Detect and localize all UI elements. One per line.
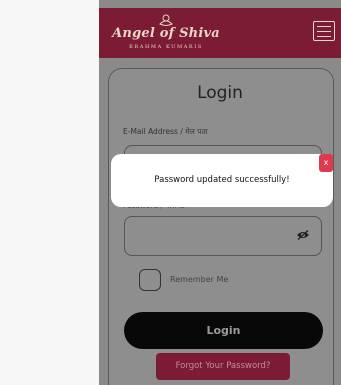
hamburger-menu-icon[interactable] (313, 21, 335, 41)
menu-bar (317, 31, 331, 32)
password-field[interactable] (124, 216, 322, 256)
page-gutter (0, 0, 99, 385)
success-toast: Password updated successfully! (111, 154, 333, 207)
email-label: E-Mail Address / मेल पता (123, 127, 208, 136)
brand-logo[interactable]: Angel of Shiva BRAHMA KUMARIS (111, 14, 221, 54)
brand-title: Angel of Shiva (112, 26, 220, 41)
site-header: Angel of Shiva BRAHMA KUMARIS (99, 8, 341, 58)
brand-subtitle: BRAHMA KUMARIS (129, 44, 203, 50)
login-title: Login (197, 83, 243, 103)
remember-me-checkbox[interactable] (139, 269, 161, 291)
login-button[interactable]: Login (124, 312, 323, 349)
menu-bar (317, 26, 331, 27)
forgot-password-button[interactable]: Forgot Your Password? (156, 353, 290, 380)
menu-bar (317, 36, 331, 37)
remember-me-label: Remember Me (170, 275, 229, 284)
eye-slash-icon[interactable] (296, 230, 310, 240)
toast-close-button[interactable]: x (319, 154, 333, 172)
toast-message: Password updated successfully! (154, 175, 290, 185)
